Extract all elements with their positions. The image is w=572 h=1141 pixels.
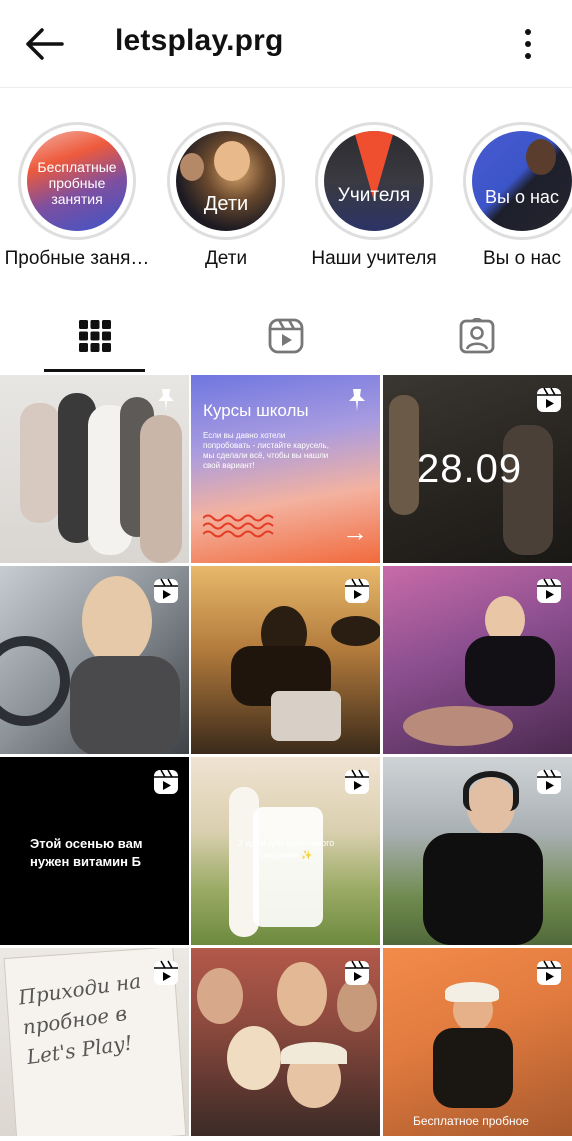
reel-icon xyxy=(537,578,561,603)
grid-icon xyxy=(79,320,111,352)
profile-tabs xyxy=(0,300,572,374)
active-tab-indicator xyxy=(44,369,145,372)
post-tile[interactable] xyxy=(383,566,572,754)
tab-tagged[interactable] xyxy=(382,300,572,372)
tab-reels[interactable] xyxy=(191,300,381,372)
pinned-icon xyxy=(158,389,174,411)
wave-decoration xyxy=(203,514,274,538)
reel-icon xyxy=(537,960,561,985)
post-tile[interactable] xyxy=(191,948,380,1136)
tab-grid[interactable] xyxy=(0,300,190,372)
highlight-cover-text: Бесплатные пробные занятия xyxy=(37,159,117,207)
post-overlay-text: Бесплатное пробное xyxy=(413,1114,529,1128)
reel-icon xyxy=(345,769,369,794)
highlight-label: Пробные заня… xyxy=(4,248,150,269)
post-tile[interactable] xyxy=(0,375,189,563)
profile-header: letsplay.prg xyxy=(0,0,572,88)
reel-icon xyxy=(154,578,178,603)
arrow-icon: → xyxy=(342,517,368,547)
reel-icon xyxy=(345,960,369,985)
tagged-icon xyxy=(459,318,495,354)
post-overlay-text: Этой осенью вам нужен витамин Б xyxy=(30,836,143,869)
story-highlights: Бесплатные пробные занятия Пробные заня…… xyxy=(0,120,572,280)
pinned-icon xyxy=(349,389,365,411)
highlight-label: Наши учителя xyxy=(311,248,437,269)
post-tile[interactable]: Этой осенью вам нужен витамин Б xyxy=(0,757,189,945)
highlight-cover: Вы о нас xyxy=(472,131,572,231)
highlight-label: Дети xyxy=(204,248,248,269)
highlight-cover: Дети xyxy=(176,131,276,231)
reel-icon xyxy=(537,387,561,412)
post-tile[interactable]: Бесплатное пробное xyxy=(383,948,572,1136)
highlight-cover: Учителя xyxy=(324,131,424,231)
post-tile[interactable]: Курсы школы Если вы давно хотели попробо… xyxy=(191,375,380,563)
highlight-cover-text: Вы о нас xyxy=(485,187,559,207)
post-tile[interactable]: Приходи на пробное в Let's Play! xyxy=(0,948,189,1136)
reel-icon xyxy=(154,960,178,985)
post-tile[interactable] xyxy=(383,757,572,945)
post-overlay-text: 3 идеи для идеального свидания ✨ xyxy=(237,838,335,860)
profile-username: letsplay.prg xyxy=(115,24,284,57)
post-tile[interactable] xyxy=(0,566,189,754)
post-tile[interactable]: 3 идеи для идеального свидания ✨ xyxy=(191,757,380,945)
highlight-cover-text: Учителя xyxy=(337,185,411,206)
post-body: Если вы давно хотели попробовать - листа… xyxy=(203,431,329,470)
reels-icon xyxy=(268,318,304,354)
reel-icon xyxy=(154,769,178,794)
more-options-icon[interactable] xyxy=(522,26,534,62)
highlight-cover-text: Дети xyxy=(203,193,249,215)
reel-icon xyxy=(537,769,561,794)
post-tile[interactable]: 28.09 xyxy=(383,375,572,563)
back-arrow-icon[interactable] xyxy=(22,24,66,64)
highlight-label: Вы о нас xyxy=(482,248,561,269)
post-tile[interactable] xyxy=(191,566,380,754)
highlight-cover: Бесплатные пробные занятия xyxy=(27,131,127,231)
post-title: Курсы школы xyxy=(203,401,309,420)
post-overlay-text: 28.09 xyxy=(417,447,523,491)
reel-icon xyxy=(345,578,369,603)
